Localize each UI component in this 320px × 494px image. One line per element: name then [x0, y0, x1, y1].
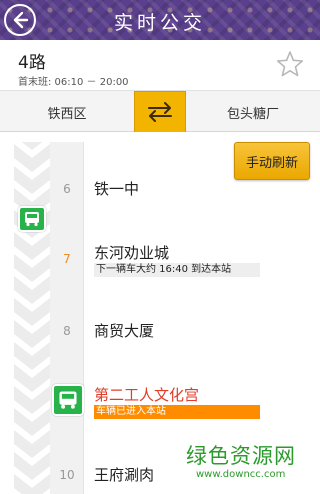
station-row[interactable]: 第二工人文化宫 车辆已进入本站 [0, 370, 320, 430]
watermark-text: 绿色资源网 [186, 444, 296, 468]
bus-glyph [25, 212, 39, 227]
swap-direction-icon [148, 102, 172, 122]
app-header: 实时公交 [0, 0, 320, 40]
favorite-button[interactable] [276, 50, 304, 78]
station-number: 6 [63, 182, 71, 196]
station-name: 东河劝业城 [94, 244, 170, 262]
station-number: 8 [63, 324, 71, 338]
chevron-down-icon [14, 136, 50, 158]
page-title: 实时公交 [113, 12, 206, 34]
station-row[interactable]: 8 商贸大厦 [0, 300, 320, 360]
star-outline-icon [276, 51, 304, 77]
station-name: 铁一中 [94, 180, 140, 198]
direction-from: 铁西区 [47, 107, 87, 122]
direction-to: 包头糖厂 [226, 107, 279, 122]
station-number: 7 [63, 252, 71, 266]
station-row[interactable]: 7 东河劝业城 下一辆车大约 16:40 到达本站 [0, 228, 320, 288]
route-name: 4路 [18, 53, 46, 73]
watermark-url: www.downcc.com [196, 469, 286, 480]
direction-bar: 铁西区 包头糖厂 [0, 90, 320, 133]
station-name: 商贸大厦 [94, 322, 155, 340]
station-number: 10 [59, 468, 75, 482]
station-name: 王府涮肉 [94, 466, 155, 484]
arrived-info: 车辆已进入本站 [94, 405, 260, 419]
route-info: 4路 首末班: 06:10 － 20:00 [0, 40, 320, 90]
station-row[interactable]: 6 铁一中 [0, 158, 320, 218]
route-hours: 首末班: 06:10 － 20:00 [18, 77, 129, 88]
station-name: 第二工人文化宫 [94, 386, 200, 404]
swap-direction-button[interactable] [134, 91, 186, 133]
arrival-info: 下一辆车大约 16:40 到达本站 [94, 263, 260, 277]
